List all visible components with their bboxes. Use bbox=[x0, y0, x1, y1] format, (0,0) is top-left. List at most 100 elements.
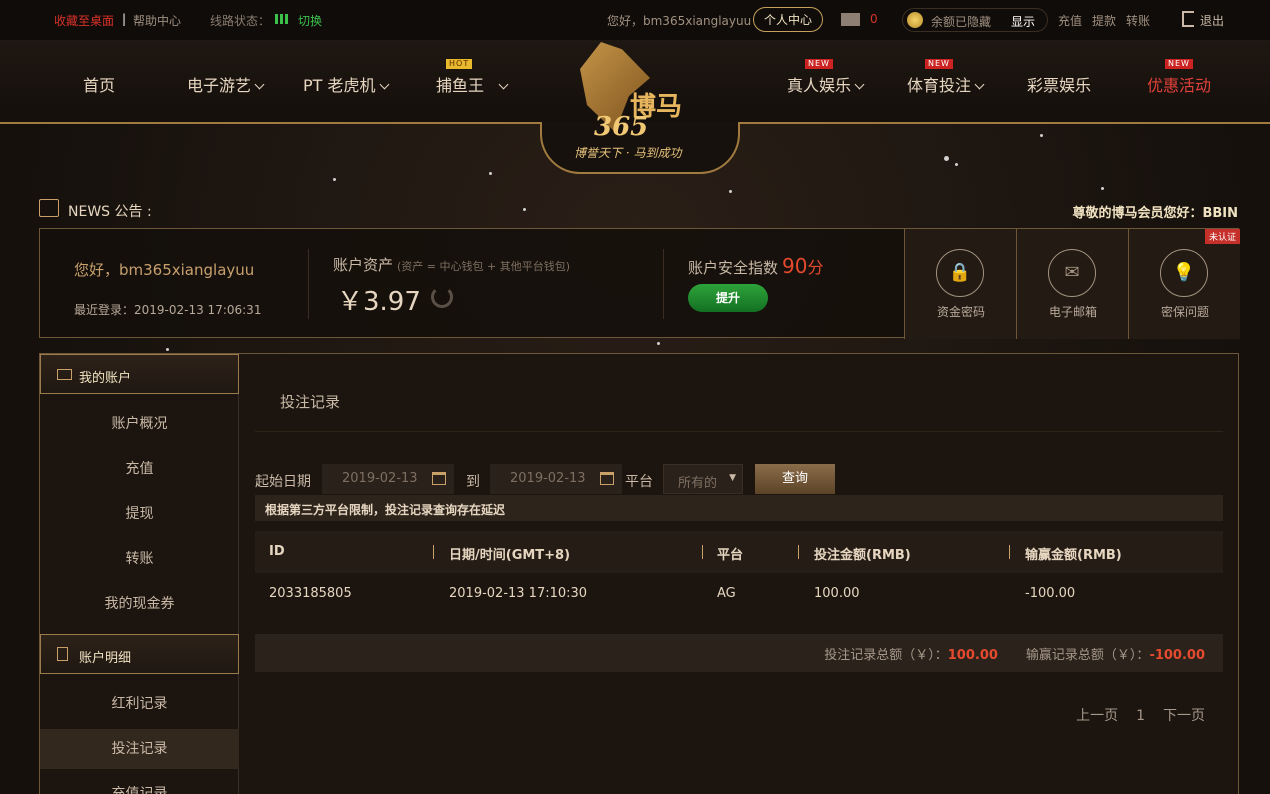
nav-pt-slots[interactable]: PT 老虎机 bbox=[303, 72, 389, 96]
fund-password-item[interactable]: 🔒 资金密码 bbox=[904, 229, 1016, 339]
separator: | bbox=[122, 12, 127, 26]
cell-platform: AG bbox=[717, 586, 736, 601]
sidebar-item-transfer[interactable]: 转账 bbox=[40, 539, 239, 579]
sidebar: 我的账户 账户概况 充值 提现 转账 我的现金券 账户明细 红利记录 投注记录 … bbox=[40, 354, 239, 794]
calendar-icon[interactable] bbox=[600, 472, 614, 485]
top-bar: 收藏至桌面 | 帮助中心 线路状态： 切换 您好，bm365xianglayuu… bbox=[0, 0, 1270, 40]
refresh-icon[interactable] bbox=[431, 286, 453, 308]
balance-box: 余额已隐藏 显示 bbox=[902, 8, 1048, 32]
end-date-input[interactable]: 2019-02-13 bbox=[490, 464, 622, 494]
to-label: 到 bbox=[466, 474, 480, 490]
cell-win-amount: -100.00 bbox=[1025, 586, 1076, 601]
site-logo[interactable]: 博马 365 博誉天下 · 马到成功 bbox=[574, 42, 710, 162]
nav-home[interactable]: 首页 bbox=[83, 72, 115, 96]
mail-icon: ✉ bbox=[1048, 249, 1096, 297]
column-separator bbox=[702, 545, 703, 559]
sidebar-item-bonus-records[interactable]: 红利记录 bbox=[40, 684, 239, 724]
totals-bar: 投注记录总额（￥）：100.00 输赢记录总额（￥）：-100.00 bbox=[255, 634, 1223, 672]
upgrade-button[interactable]: 提升 bbox=[688, 284, 768, 312]
sidebar-section-my-account[interactable]: 我的账户 bbox=[40, 354, 239, 394]
personal-center-button[interactable]: 个人中心 bbox=[753, 7, 824, 32]
total-bet-label: 投注记录总额（￥）： bbox=[824, 648, 948, 663]
column-header: 日期/时间(GMT+8) bbox=[449, 548, 571, 563]
column-separator bbox=[433, 545, 434, 559]
nav-fishing[interactable]: HOT 捕鱼王 bbox=[436, 59, 509, 96]
calendar-icon[interactable] bbox=[432, 472, 446, 485]
new-badge: NEW bbox=[1165, 59, 1193, 69]
chevron-down-icon bbox=[974, 79, 985, 90]
signal-icon bbox=[275, 14, 288, 24]
dropdown-arrow-icon: ▼ bbox=[729, 473, 736, 483]
line-status-label: 线路状态： bbox=[210, 14, 271, 28]
page-title: 投注记录 bbox=[280, 393, 341, 411]
deposit-link[interactable]: 充值 bbox=[1058, 12, 1082, 29]
asset-title: 账户资产 (资产 = 中心钱包 + 其他平台钱包) bbox=[333, 256, 571, 274]
card-icon bbox=[57, 369, 72, 380]
sidebar-item-bet-records[interactable]: 投注记录 bbox=[40, 729, 239, 769]
account-summary-panel: 您好，bm365xianglayuu 最近登录：2019-02-13 17:06… bbox=[39, 228, 1240, 339]
query-button[interactable]: 查询 bbox=[755, 464, 835, 494]
news-icon bbox=[39, 199, 59, 217]
nav-live-casino[interactable]: NEW 真人娱乐 bbox=[787, 59, 865, 96]
page-number[interactable]: 1 bbox=[1136, 708, 1145, 724]
column-header: 平台 bbox=[717, 548, 744, 563]
divider bbox=[308, 249, 309, 319]
chevron-down-icon bbox=[854, 79, 865, 90]
main-panel: 我的账户 账户概况 充值 提现 转账 我的现金券 账户明细 红利记录 投注记录 … bbox=[39, 353, 1239, 794]
calculator-icon bbox=[57, 647, 68, 661]
delay-notice: 根据第三方平台限制，投注记录查询存在延迟 bbox=[255, 495, 1223, 521]
transfer-link[interactable]: 转账 bbox=[1126, 12, 1150, 29]
nav-slots[interactable]: 电子游艺 bbox=[187, 72, 265, 96]
mail-count: 0 bbox=[870, 12, 878, 26]
email-item[interactable]: ✉ 电子邮箱 bbox=[1016, 229, 1128, 339]
column-separator bbox=[1009, 545, 1010, 559]
help-center-link[interactable]: 帮助中心 bbox=[133, 12, 181, 29]
nav-promotions[interactable]: NEW 优惠活动 bbox=[1147, 59, 1211, 96]
platform-select[interactable]: 所有的 ▼ bbox=[663, 464, 743, 494]
cell-bet-amount: 100.00 bbox=[814, 586, 860, 601]
nav-sports[interactable]: NEW 体育投注 bbox=[907, 59, 985, 96]
coin-icon bbox=[907, 12, 923, 28]
next-page-button[interactable]: 下一页 bbox=[1163, 708, 1205, 724]
logout-link[interactable]: 退出 bbox=[1200, 12, 1224, 29]
balance-hidden-text: 余额已隐藏 bbox=[931, 15, 992, 29]
column-separator bbox=[798, 545, 799, 559]
chevron-down-icon bbox=[379, 79, 389, 90]
table-row: 2033185805 2019-02-13 17:10:30 AG 100.00… bbox=[255, 573, 1223, 615]
logout-icon[interactable] bbox=[1182, 11, 1194, 27]
column-header: 输赢金额(RMB) bbox=[1025, 548, 1122, 563]
sidebar-section-account-details[interactable]: 账户明细 bbox=[40, 634, 239, 674]
bookmark-link[interactable]: 收藏至桌面 bbox=[54, 12, 114, 29]
switch-line-link[interactable]: 切换 bbox=[298, 12, 322, 29]
column-header: ID bbox=[269, 544, 285, 559]
sidebar-item-deposit-records[interactable]: 充值记录 bbox=[40, 774, 239, 794]
start-date-label: 起始日期 bbox=[255, 474, 311, 490]
divider bbox=[255, 431, 1223, 432]
nav-lottery[interactable]: 彩票娱乐 bbox=[1027, 72, 1091, 96]
total-win-label: 输赢记录总额（￥）： bbox=[1025, 648, 1150, 663]
column-header: 投注金额(RMB) bbox=[814, 548, 911, 563]
show-balance-button[interactable]: 显示 bbox=[1011, 13, 1035, 30]
sidebar-item-overview[interactable]: 账户概况 bbox=[40, 404, 239, 444]
news-marquee[interactable]: 尊敬的博马会员您好：BBIN bbox=[1072, 202, 1238, 221]
table-header: ID 日期/时间(GMT+8) 平台 投注金额(RMB) 输赢金额(RMB) bbox=[255, 531, 1223, 573]
sidebar-item-coupons[interactable]: 我的现金券 bbox=[40, 584, 239, 624]
chevron-down-icon bbox=[498, 79, 509, 90]
total-win-value: -100.00 bbox=[1149, 648, 1205, 663]
mail-icon[interactable] bbox=[841, 13, 860, 26]
sidebar-item-deposit[interactable]: 充值 bbox=[40, 449, 239, 489]
withdraw-link[interactable]: 提款 bbox=[1092, 12, 1116, 29]
bulb-icon: 💡 bbox=[1160, 249, 1208, 297]
sidebar-item-withdraw[interactable]: 提现 bbox=[40, 494, 239, 534]
start-date-input[interactable]: 2019-02-13 bbox=[322, 464, 454, 494]
lock-icon: 🔒 bbox=[936, 249, 984, 297]
cell-id: 2033185805 bbox=[269, 586, 352, 601]
last-login: 最近登录：2019-02-13 17:06:31 bbox=[74, 303, 262, 317]
new-badge: NEW bbox=[925, 59, 953, 69]
security-question-item[interactable]: 💡 密保问题 未认证 bbox=[1128, 229, 1240, 339]
divider bbox=[663, 249, 664, 319]
new-badge: NEW bbox=[805, 59, 833, 69]
asset-value: ￥3.97 bbox=[337, 287, 421, 317]
unverified-badge: 未认证 bbox=[1204, 229, 1240, 244]
prev-page-button[interactable]: 上一页 bbox=[1076, 708, 1118, 724]
